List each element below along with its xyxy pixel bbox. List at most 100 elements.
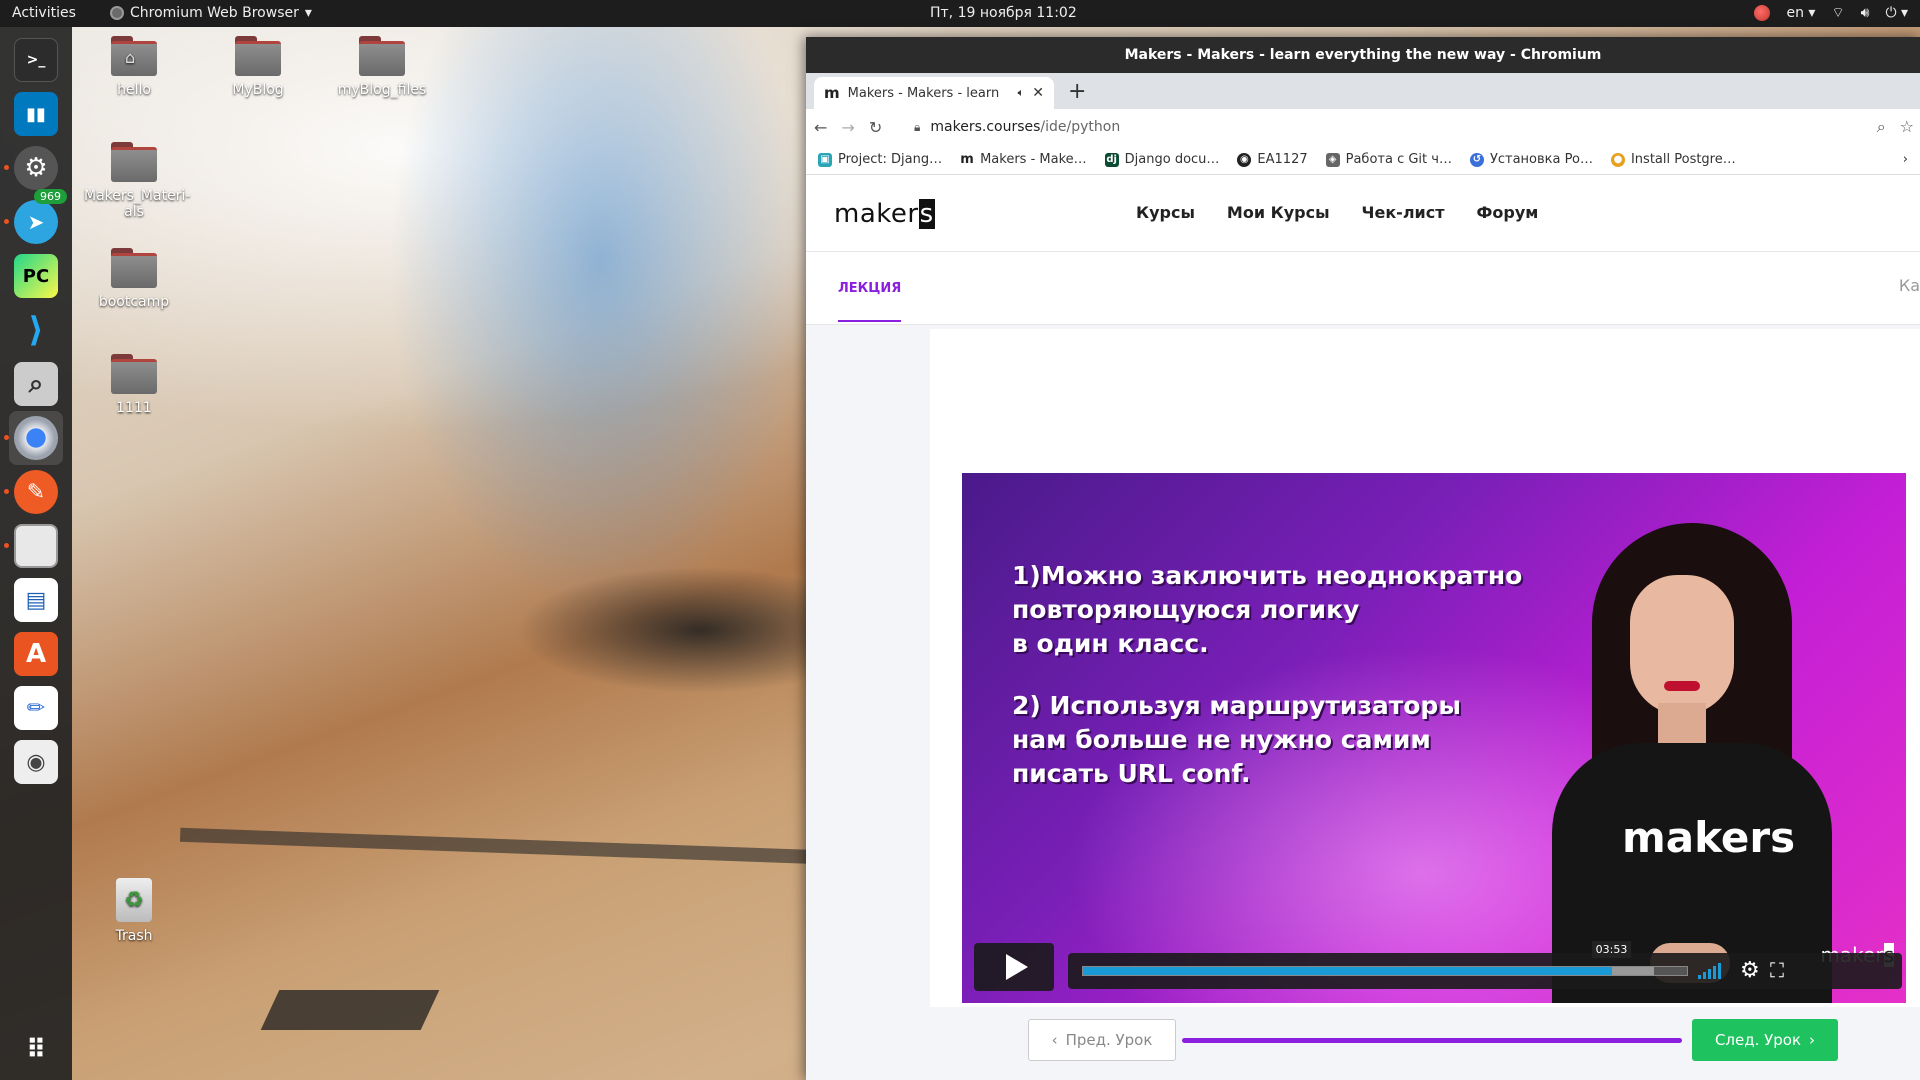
- dock-settings[interactable]: ⚙: [4, 141, 63, 195]
- bookmark-star-icon[interactable]: ☆: [1900, 117, 1914, 137]
- chevron-right-icon: ›: [1809, 1031, 1816, 1049]
- desktop-folder-myblog[interactable]: MyBlog: [208, 36, 308, 98]
- desktop-folder-hello[interactable]: ⌂ hello: [84, 36, 184, 98]
- back-button[interactable]: ←: [814, 118, 827, 137]
- new-tab-button[interactable]: +: [1068, 79, 1086, 104]
- window-titlebar[interactable]: Makers - Makers - learn everything the n…: [806, 37, 1920, 73]
- chevron-left-icon: ‹: [1051, 1031, 1058, 1049]
- dock-writer[interactable]: ▤: [9, 573, 63, 627]
- play-icon: [1006, 954, 1028, 980]
- terminal-icon: >_: [14, 38, 58, 82]
- tab-close-icon[interactable]: ✕: [1032, 85, 1044, 101]
- desktop-folder-myblog-files[interactable]: myBlog_files: [332, 36, 432, 98]
- folder-icon: [359, 36, 405, 76]
- django-icon: dj: [1104, 152, 1119, 167]
- bookmark-item[interactable]: ● Install Postgre…: [1610, 152, 1736, 167]
- desktop-icon-label: MyBlog: [232, 82, 284, 98]
- dock-chromium[interactable]: [4, 411, 63, 465]
- desktop-icon-label: 1111: [116, 400, 152, 416]
- tab-title: Makers - Makers - learn: [847, 85, 1000, 101]
- tab-lecture[interactable]: ЛЕКЦИЯ: [838, 281, 902, 322]
- address-bar[interactable]: 🔒︎ makers.courses/ide/python: [914, 113, 1774, 141]
- reload-button[interactable]: ↻: [869, 118, 882, 137]
- top-bar: Activities Chromium Web Browser ▾ Пт, 19…: [0, 0, 1920, 27]
- bookmark-item[interactable]: ◉ EA1127: [1237, 152, 1308, 167]
- folder-icon: [111, 354, 157, 394]
- activities-button[interactable]: Activities: [12, 5, 76, 21]
- bookmark-item[interactable]: ↺ Установка Po…: [1469, 152, 1593, 167]
- gitlab-icon: ▣: [818, 152, 832, 167]
- dock-apps-grid[interactable]: ⠿: [9, 1023, 63, 1077]
- screenshot-icon: ◉: [14, 740, 58, 784]
- bookmark-item[interactable]: ▣ Project: Djang…: [818, 152, 942, 167]
- browser-toolbar: ← → ↻ 🔒︎ makers.courses/ide/python ⌕ ☆: [806, 109, 1920, 145]
- desktop-folder-makers-materials[interactable]: Makers_Materi-als: [84, 142, 190, 220]
- prev-lesson-button[interactable]: ‹ Пред. Урок: [1028, 1019, 1176, 1061]
- volume-icon[interactable]: 🔊︎: [1861, 5, 1870, 21]
- nav-forum[interactable]: Форум: [1477, 203, 1539, 222]
- presenter-image: makers: [1532, 523, 1852, 1003]
- dock-postman[interactable]: ✎: [4, 465, 63, 519]
- wifi-icon[interactable]: ⌔: [1831, 4, 1844, 22]
- next-lesson-button[interactable]: След. Урок ›: [1692, 1019, 1838, 1061]
- video-text-line: 1)Можно заключить неоднократно: [1012, 561, 1523, 590]
- video-progress-fill: [1083, 967, 1612, 975]
- bookmark-item[interactable]: ◈ Работа с Git ч…: [1325, 152, 1452, 167]
- dock-terminal[interactable]: >_: [9, 33, 63, 87]
- prev-lesson-label: Пред. Урок: [1065, 1031, 1153, 1049]
- bookmark-item[interactable]: m Makers - Make…: [960, 152, 1087, 167]
- nav-courses[interactable]: Курсы: [1136, 203, 1195, 222]
- dock-text-editor[interactable]: ✏: [9, 681, 63, 735]
- chevron-down-icon: ▾: [304, 5, 312, 21]
- power-icon[interactable]: ⏻ ▾: [1885, 5, 1908, 21]
- bookmarks-overflow-icon[interactable]: ›: [1903, 152, 1908, 167]
- site-header: makers Курсы Мои Курсы Чек-лист Форум: [806, 175, 1920, 252]
- play-button[interactable]: [974, 943, 1054, 991]
- telegram-icon: ➤: [14, 200, 58, 244]
- bookmark-item[interactable]: dj Django docu…: [1104, 152, 1219, 167]
- dock: >_ ▮▮ ⚙ ➤ 969 PC ⟩ ⌕ ✎ ▤ A ✏ ◉ ⠿: [0, 27, 72, 1080]
- nav-checklist[interactable]: Чек-лист: [1362, 203, 1445, 222]
- settings-gear-icon[interactable]: ⚙: [1740, 958, 1760, 983]
- dock-pycharm[interactable]: PC: [9, 249, 63, 303]
- video-player[interactable]: 1)Можно заключить неоднократно повторяющ…: [962, 473, 1906, 1003]
- clock[interactable]: Пт, 19 ноября 11:02: [930, 5, 1077, 21]
- github-icon: ◉: [1237, 152, 1252, 167]
- next-lesson-label: След. Урок: [1714, 1031, 1802, 1049]
- lock-icon[interactable]: 🔒︎: [914, 120, 920, 135]
- dock-files[interactable]: [4, 519, 63, 573]
- app-menu[interactable]: Chromium Web Browser ▾: [110, 5, 312, 21]
- files-icon: [14, 524, 58, 568]
- pycharm-icon: PC: [14, 254, 58, 298]
- makers-favicon: m: [824, 84, 840, 102]
- site-logo[interactable]: makers: [834, 199, 935, 229]
- desktop-folder-1111[interactable]: 1111: [84, 354, 184, 416]
- trello-icon: ▮▮: [14, 92, 58, 136]
- fullscreen-icon[interactable]: ⛶: [1770, 958, 1784, 982]
- dock-telegram[interactable]: ➤ 969: [4, 189, 67, 249]
- notification-icon[interactable]: [1754, 5, 1771, 21]
- dock-screenshot[interactable]: ◉: [9, 735, 63, 789]
- browser-tab[interactable]: m Makers - Makers - learn 🔈︎ ✕: [814, 77, 1054, 109]
- audio-playing-icon[interactable]: 🔈︎: [1018, 86, 1025, 100]
- desktop-trash[interactable]: ♻ Trash: [84, 878, 184, 944]
- dock-software[interactable]: A: [9, 627, 63, 681]
- site-icon: ●: [1610, 152, 1625, 167]
- dock-trello[interactable]: ▮▮: [9, 87, 63, 141]
- tab-truncated[interactable]: Ка: [1899, 276, 1920, 295]
- desktop-folder-bootcamp[interactable]: bootcamp: [84, 248, 184, 310]
- dock-search[interactable]: ⌕: [9, 357, 63, 411]
- trash-icon: ♻: [116, 878, 152, 922]
- app-menu-label: Chromium Web Browser: [130, 5, 299, 21]
- zoom-icon[interactable]: ⌕: [1877, 117, 1886, 137]
- apps-grid-icon: ⠿: [25, 1035, 47, 1065]
- telegram-badge: 969: [34, 189, 67, 204]
- system-tray[interactable]: en ▾ ⌔ 🔊︎ ⏻ ▾: [1754, 4, 1908, 22]
- web-page: makers Курсы Мои Курсы Чек-лист Форум ЛЕ…: [806, 175, 1920, 1080]
- nav-my-courses[interactable]: Мои Курсы: [1227, 203, 1330, 222]
- language-indicator[interactable]: en ▾: [1786, 5, 1815, 21]
- forward-button[interactable]: →: [841, 118, 854, 137]
- video-progress-bar[interactable]: 03:53: [1082, 941, 1688, 976]
- volume-icon[interactable]: [1698, 961, 1721, 979]
- dock-vscode[interactable]: ⟩: [9, 303, 63, 357]
